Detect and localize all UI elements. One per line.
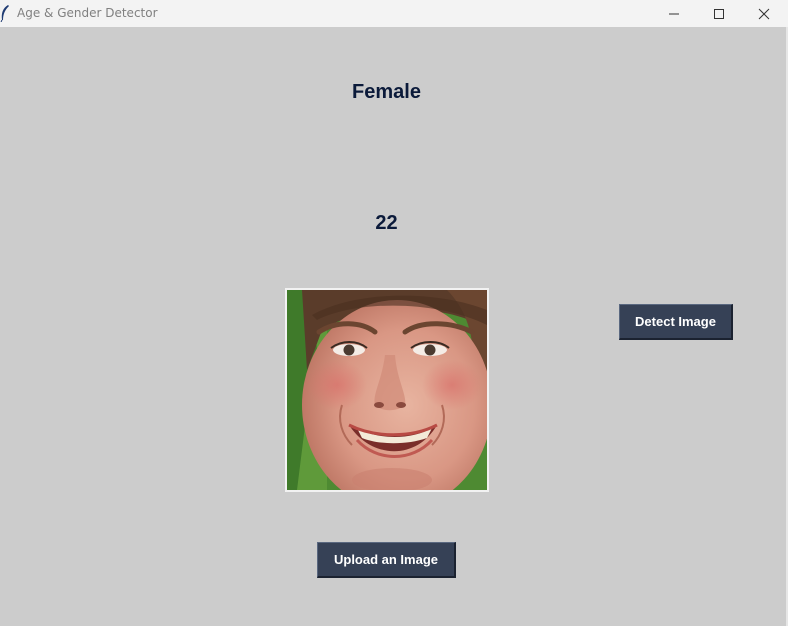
uploaded-photo xyxy=(285,288,489,492)
maximize-button[interactable] xyxy=(696,0,741,27)
face-photo xyxy=(287,290,487,490)
feather-icon xyxy=(0,5,9,22)
detect-image-button[interactable]: Detect Image xyxy=(619,304,733,340)
age-label: 22 xyxy=(375,212,398,234)
title-bar[interactable]: Age & Gender Detector xyxy=(0,0,788,27)
close-icon xyxy=(758,8,769,19)
maximize-icon xyxy=(713,8,724,19)
app-window: Age & Gender Detector Female 22 Detect I… xyxy=(0,0,788,626)
upload-image-button[interactable]: Upload an Image xyxy=(317,542,456,578)
close-button[interactable] xyxy=(741,0,786,27)
minimize-button[interactable] xyxy=(651,0,696,27)
minimize-icon xyxy=(668,13,679,14)
window-title: Age & Gender Detector xyxy=(17,6,158,20)
gender-label: Female xyxy=(352,81,421,103)
